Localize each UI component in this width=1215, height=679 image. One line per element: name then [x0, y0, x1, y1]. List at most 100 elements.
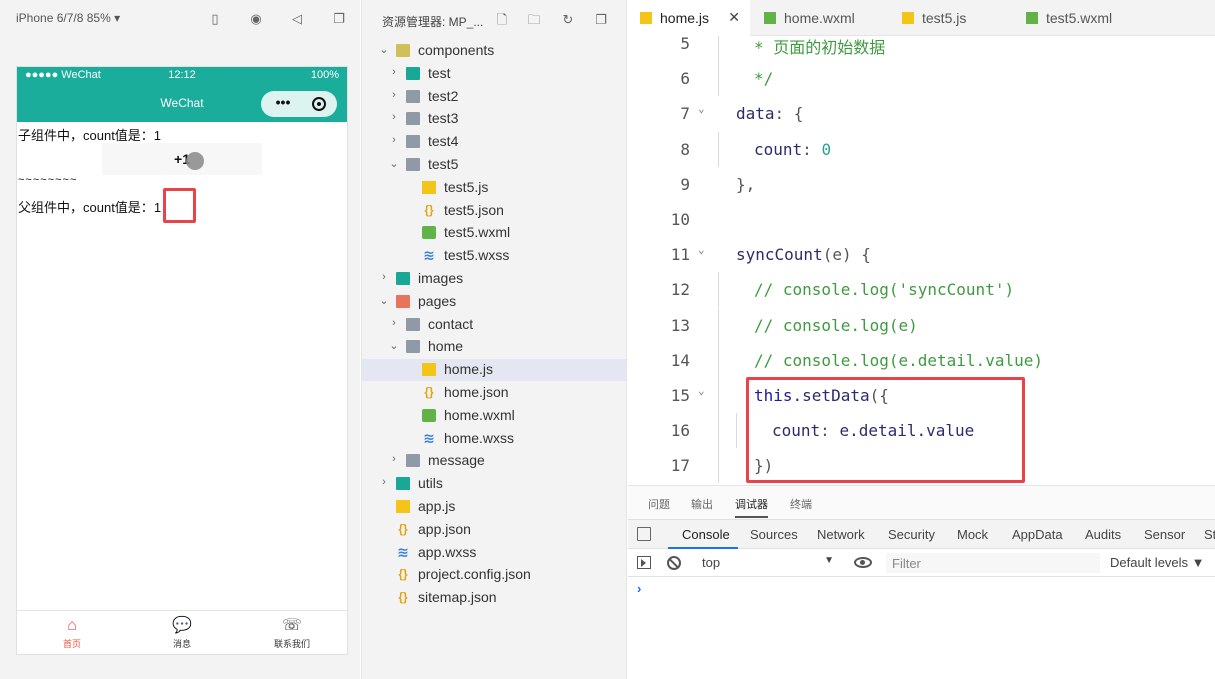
tree-item[interactable]: › contact [362, 314, 626, 336]
code-line[interactable]: 6 */ [628, 61, 1215, 97]
chevron-down-icon[interactable]: ⌄ [378, 294, 390, 307]
panel-tab[interactable]: 问题 [648, 496, 670, 512]
sidebar-toggle-icon[interactable] [637, 556, 651, 569]
chevron-down-icon[interactable]: ⌄ [388, 157, 400, 170]
panel-tab[interactable]: 终端 [790, 496, 812, 512]
parent-count-value: 1 [153, 200, 162, 215]
tree-item-label: contact [428, 315, 474, 332]
indent-guide [718, 272, 719, 308]
chevron-right-icon[interactable]: › [378, 271, 390, 283]
clear-console-icon[interactable] [667, 556, 681, 570]
tree-item[interactable]: › test [362, 63, 626, 85]
explorer-title: 资源管理器: MP_... [382, 15, 484, 29]
devtools-tab-st[interactable]: St [1204, 527, 1215, 542]
refresh-icon[interactable]: ↻ [560, 12, 576, 28]
chevron-right-icon[interactable]: › [388, 66, 400, 78]
fold-chevron-icon[interactable]: ⌄ [698, 102, 705, 115]
tab-contact[interactable]: ☏ 联系我们 [247, 615, 337, 650]
fold-chevron-icon[interactable]: ⌄ [698, 243, 705, 256]
tree-item[interactable]: {} home.json [362, 382, 626, 404]
devtools-tab-network[interactable]: Network [817, 527, 865, 542]
tree-item[interactable]: test5.js [362, 177, 626, 199]
console-prompt[interactable]: › [637, 581, 641, 596]
code-line[interactable]: 10 [628, 202, 1215, 237]
tree-item[interactable]: ≋ test5.wxss [362, 245, 626, 267]
phone-icon[interactable]: ▯ [206, 10, 224, 28]
code-line[interactable]: 5 * 页面的初始数据 [628, 36, 1215, 61]
editor-tab-test5-wxml[interactable]: test5.wxml [1014, 0, 1144, 36]
tree-item[interactable]: › utils [362, 473, 626, 495]
fold-chevron-icon[interactable]: ⌄ [698, 384, 705, 397]
chevron-right-icon[interactable]: › [388, 453, 400, 465]
code-line[interactable]: 11 ⌄ syncCount(e) { [628, 237, 1215, 272]
devtools-tab-mock[interactable]: Mock [957, 527, 988, 542]
tree-item[interactable]: ⌄ pages [362, 291, 626, 313]
sound-icon[interactable]: ◁ [288, 10, 306, 28]
context-select[interactable]: top ▼ [698, 553, 838, 573]
devtools-tab-console[interactable]: Console [682, 527, 730, 542]
tree-item[interactable]: › test3 [362, 108, 626, 130]
tree-item[interactable]: {} sitemap.json [362, 587, 626, 609]
tree-item[interactable]: ≋ app.wxss [362, 542, 626, 564]
code-line[interactable]: 13 // console.log(e) [628, 307, 1215, 343]
log-levels-select[interactable]: Default levels ▼ [1110, 555, 1205, 570]
tab-home[interactable]: ⌂ 首页 [27, 615, 117, 650]
new-folder-icon[interactable]: 🗀 [526, 12, 542, 28]
tree-item[interactable]: ⌄ components [362, 40, 626, 62]
chevron-right-icon[interactable]: › [388, 111, 400, 123]
chevron-right-icon[interactable]: › [378, 476, 390, 488]
devtools-tab-sources[interactable]: Sources [750, 527, 798, 542]
tree-item[interactable]: app.js [362, 496, 626, 518]
devtools-tab-audits[interactable]: Audits [1085, 527, 1121, 542]
close-mini-program-icon[interactable] [312, 97, 326, 111]
tree-item[interactable]: test5.wxml [362, 222, 626, 244]
tree-item[interactable]: home.wxml [362, 405, 626, 427]
tree-item[interactable]: › images [362, 268, 626, 290]
chevron-right-icon[interactable]: › [388, 317, 400, 329]
tree-item[interactable]: ≋ home.wxss [362, 428, 626, 450]
device-select[interactable]: iPhone 6/7/8 85% ▾ [16, 11, 120, 25]
wxml-file-icon [422, 226, 436, 240]
parent-count-highlight-box [163, 188, 196, 223]
code-line[interactable]: 14 // console.log(e.detail.value) [628, 342, 1215, 378]
chevron-right-icon[interactable]: › [388, 134, 400, 146]
chevron-down-icon[interactable]: ⌄ [388, 339, 400, 352]
tree-item[interactable]: › test4 [362, 131, 626, 153]
panel-tab[interactable]: 调试器 [735, 496, 768, 518]
tree-item[interactable]: {} project.config.json [362, 564, 626, 586]
record-icon[interactable]: ◉ [247, 10, 265, 28]
collapse-all-icon[interactable]: ❐ [593, 12, 609, 28]
editor-tab-home-js[interactable]: home.js ✕ [628, 0, 750, 36]
tree-item[interactable]: ⌄ home [362, 336, 626, 358]
window-icon[interactable]: ❐ [330, 10, 348, 28]
code-line[interactable]: 9}, [628, 167, 1215, 202]
editor-tab-test5-js[interactable]: test5.js [890, 0, 1012, 36]
devtools-tab-appdata[interactable]: AppData [1012, 527, 1063, 542]
devtools-tab-sensor[interactable]: Sensor [1144, 527, 1185, 542]
code-line[interactable]: 8 count: 0 [628, 131, 1215, 167]
chevron-down-icon[interactable]: ⌄ [378, 43, 390, 56]
tree-item[interactable]: › message [362, 450, 626, 472]
eye-icon[interactable] [854, 557, 872, 568]
tree-item[interactable]: home.js [362, 359, 626, 382]
close-icon[interactable]: ✕ [728, 9, 740, 26]
inspect-element-icon[interactable] [637, 527, 651, 541]
filter-input[interactable] [886, 553, 1100, 573]
code-line[interactable]: 7 ⌄ data: { [628, 96, 1215, 131]
chevron-right-icon[interactable]: › [388, 89, 400, 101]
editor-tab-home-wxml[interactable]: home.wxml [752, 0, 888, 36]
plus-one-button[interactable]: +1 [102, 143, 262, 175]
panel-tab[interactable]: 输出 [691, 496, 713, 512]
tree-item[interactable]: {} test5.json [362, 200, 626, 222]
tree-item-label: project.config.json [418, 566, 531, 583]
tab-message[interactable]: 💬 消息 [137, 615, 227, 650]
tree-item-label: message [428, 452, 485, 469]
editor-tab-label: home.js [660, 10, 710, 26]
tree-item[interactable]: › test2 [362, 86, 626, 108]
new-file-icon[interactable]: 🗋 [494, 12, 510, 28]
devtools-tab-security[interactable]: Security [888, 527, 935, 542]
code-line[interactable]: 12 // console.log('syncCount') [628, 272, 1215, 308]
more-icon[interactable]: ••• [270, 95, 296, 113]
tree-item[interactable]: {} app.json [362, 519, 626, 541]
tree-item[interactable]: ⌄ test5 [362, 154, 626, 176]
